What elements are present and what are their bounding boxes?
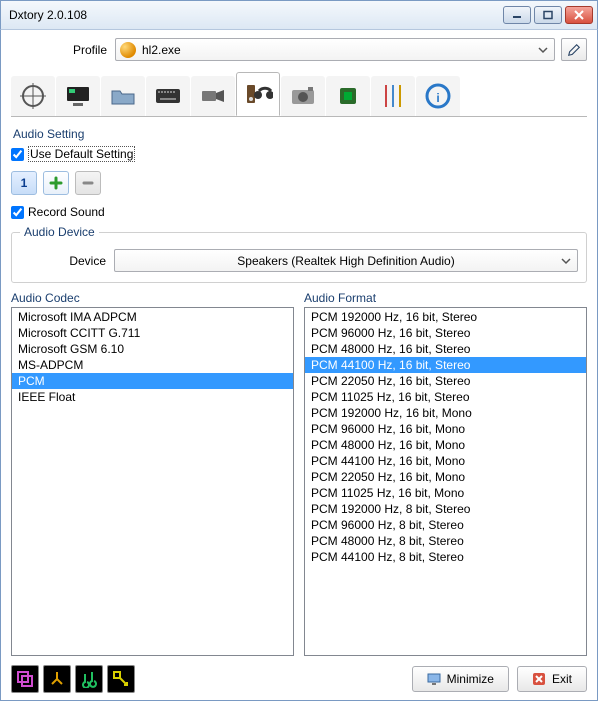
format-item[interactable]: PCM 11025 Hz, 16 bit, Mono [305, 485, 586, 501]
format-item[interactable]: PCM 11025 Hz, 16 bit, Stereo [305, 389, 586, 405]
device-label: Device [20, 254, 114, 268]
tab-processor[interactable] [326, 76, 370, 116]
titlebar: Dxtory 2.0.108 [0, 0, 598, 30]
tab-target[interactable] [11, 76, 55, 116]
format-item[interactable]: PCM 192000 Hz, 16 bit, Mono [305, 405, 586, 421]
profile-edit-button[interactable] [561, 38, 587, 61]
format-item[interactable]: PCM 96000 Hz, 16 bit, Stereo [305, 325, 586, 341]
format-pane: Audio Format PCM 192000 Hz, 16 bit, Ster… [304, 291, 587, 656]
format-item[interactable]: PCM 48000 Hz, 8 bit, Stereo [305, 533, 586, 549]
svg-text:i: i [436, 91, 439, 105]
codec-item[interactable]: Microsoft CCITT G.711 [12, 325, 293, 341]
codec-item[interactable]: Microsoft IMA ADPCM [12, 309, 293, 325]
tray-button-2[interactable] [43, 665, 71, 693]
use-default-label: Use Default Setting [28, 146, 135, 162]
toolbar-tabs: i [11, 73, 587, 117]
profile-row: Profile hl2.exe [11, 38, 587, 61]
audio-device-fieldset: Audio Device Device Speakers (Realtek Hi… [11, 225, 587, 283]
codec-pane: Audio Codec Microsoft IMA ADPCMMicrosoft… [11, 291, 294, 656]
minimize-button[interactable]: Minimize [412, 666, 509, 692]
format-item[interactable]: PCM 44100 Hz, 16 bit, Mono [305, 453, 586, 469]
exit-label: Exit [552, 672, 572, 686]
codec-format-panes: Audio Codec Microsoft IMA ADPCMMicrosoft… [11, 291, 587, 656]
window-minimize-button[interactable] [503, 6, 531, 24]
format-item[interactable]: PCM 22050 Hz, 16 bit, Stereo [305, 373, 586, 389]
tab-hotkey[interactable] [146, 76, 190, 116]
chevron-down-icon [559, 254, 573, 268]
tab-tools[interactable] [371, 76, 415, 116]
profile-label: Profile [11, 43, 115, 57]
exit-button[interactable]: Exit [517, 666, 587, 692]
channel-remove-button[interactable] [75, 171, 101, 195]
use-default-input[interactable] [11, 148, 24, 161]
codec-item[interactable]: Microsoft GSM 6.10 [12, 341, 293, 357]
minimize-label: Minimize [447, 672, 494, 686]
codec-item[interactable]: PCM [12, 373, 293, 389]
codec-listbox[interactable]: Microsoft IMA ADPCMMicrosoft CCITT G.711… [11, 307, 294, 656]
format-listbox[interactable]: PCM 192000 Hz, 16 bit, StereoPCM 96000 H… [304, 307, 587, 656]
format-item[interactable]: PCM 44100 Hz, 8 bit, Stereo [305, 549, 586, 565]
format-item[interactable]: PCM 192000 Hz, 8 bit, Stereo [305, 501, 586, 517]
profile-select[interactable]: hl2.exe [115, 38, 555, 61]
channel-add-button[interactable] [43, 171, 69, 195]
format-item[interactable]: PCM 48000 Hz, 16 bit, Stereo [305, 341, 586, 357]
tab-folder[interactable] [101, 76, 145, 116]
tray-button-1[interactable] [11, 665, 39, 693]
window-body: Profile hl2.exe i Audio Setting Use Defa… [0, 30, 598, 701]
codec-pane-label: Audio Codec [11, 291, 294, 305]
format-item[interactable]: PCM 44100 Hz, 16 bit, Stereo [305, 357, 586, 373]
window-title: Dxtory 2.0.108 [9, 8, 500, 22]
format-item[interactable]: PCM 48000 Hz, 16 bit, Mono [305, 437, 586, 453]
close-icon [532, 672, 546, 686]
tab-audio[interactable] [236, 72, 280, 116]
pencil-icon [567, 43, 581, 57]
window-close-button[interactable] [565, 6, 593, 24]
bottom-bar: Minimize Exit [11, 664, 587, 694]
record-sound-input[interactable] [11, 206, 24, 219]
record-sound-label: Record Sound [28, 205, 105, 219]
codec-item[interactable]: IEEE Float [12, 389, 293, 405]
format-pane-label: Audio Format [304, 291, 587, 305]
audio-setting-label: Audio Setting [13, 127, 587, 141]
audio-device-legend: Audio Device [20, 225, 99, 239]
monitor-icon [427, 672, 441, 686]
tray-button-4[interactable] [107, 665, 135, 693]
chevron-down-icon [536, 43, 550, 57]
tray-button-3[interactable] [75, 665, 103, 693]
record-sound-checkbox[interactable]: Record Sound [11, 205, 587, 219]
format-item[interactable]: PCM 96000 Hz, 16 bit, Mono [305, 421, 586, 437]
channel-row: 1 [11, 171, 587, 195]
tab-overlay[interactable] [56, 76, 100, 116]
use-default-checkbox[interactable]: Use Default Setting [11, 146, 587, 162]
device-value: Speakers (Realtek High Definition Audio) [237, 254, 454, 268]
tab-screenshot[interactable] [281, 76, 325, 116]
device-select[interactable]: Speakers (Realtek High Definition Audio) [114, 249, 578, 272]
codec-item[interactable]: MS-ADPCM [12, 357, 293, 373]
tab-video[interactable] [191, 76, 235, 116]
format-item[interactable]: PCM 96000 Hz, 8 bit, Stereo [305, 517, 586, 533]
format-item[interactable]: PCM 22050 Hz, 16 bit, Mono [305, 469, 586, 485]
format-item[interactable]: PCM 192000 Hz, 16 bit, Stereo [305, 309, 586, 325]
channel-1-button[interactable]: 1 [11, 171, 37, 195]
window-maximize-button[interactable] [534, 6, 562, 24]
tab-info[interactable]: i [416, 76, 460, 116]
profile-value: hl2.exe [142, 43, 181, 57]
profile-app-icon [120, 42, 136, 58]
